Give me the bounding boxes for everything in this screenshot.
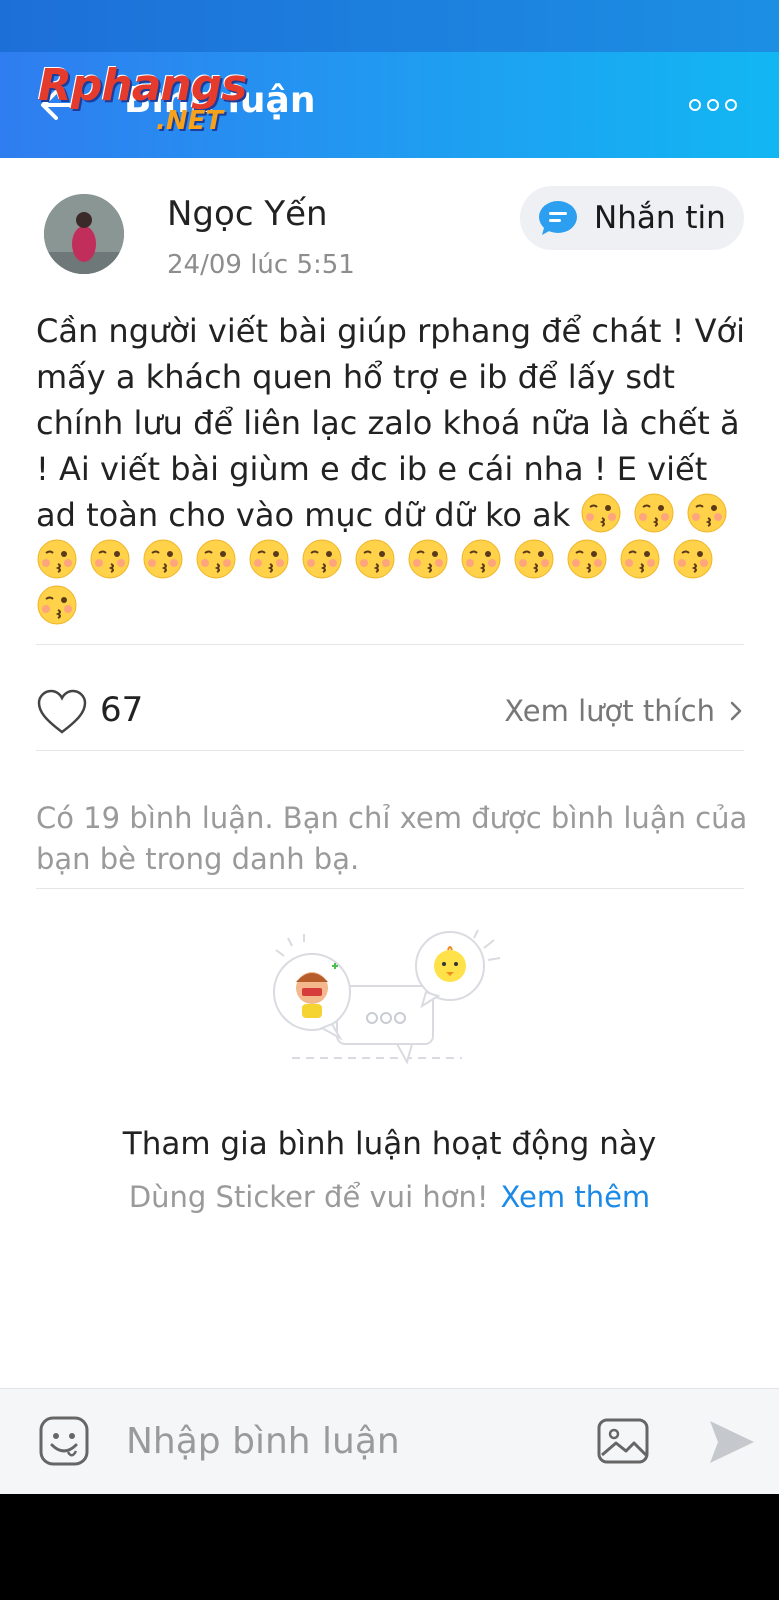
view-likes-label: Xem lượt thích bbox=[504, 694, 715, 728]
kissing-face-icon bbox=[355, 539, 395, 579]
divider bbox=[36, 888, 744, 889]
image-icon[interactable] bbox=[596, 1417, 650, 1465]
author-name[interactable]: Ngọc Yến bbox=[167, 194, 328, 234]
more-options-icon[interactable] bbox=[689, 96, 737, 114]
page-title: Bình luận bbox=[124, 80, 316, 121]
kissing-face-icon bbox=[143, 539, 183, 579]
view-likes-link[interactable]: Xem lượt thích bbox=[504, 694, 743, 728]
message-button-label: Nhắn tin bbox=[594, 200, 726, 236]
empty-state-subtitle-text: Dùng Sticker để vui hơn! bbox=[128, 1180, 489, 1214]
send-icon[interactable] bbox=[706, 1417, 756, 1467]
header-bar: Bình luận Rphangs .NET bbox=[0, 52, 779, 158]
see-more-link[interactable]: Xem thêm bbox=[500, 1180, 650, 1214]
status-bar bbox=[0, 0, 779, 52]
kissing-face-icon bbox=[673, 539, 713, 579]
empty-state-title: Tham gia bình luận hoạt động này bbox=[122, 1126, 657, 1162]
post-text: Cần người viết bài giúp rphang để chát !… bbox=[36, 308, 748, 630]
kissing-face-icon bbox=[90, 539, 130, 579]
heart-icon[interactable] bbox=[36, 688, 88, 736]
smiley-icon[interactable] bbox=[38, 1415, 90, 1467]
post-timestamp: 24/09 lúc 5:51 bbox=[167, 250, 355, 280]
empty-state-subtitle: Dùng Sticker để vui hơn! Xem thêm bbox=[0, 1180, 779, 1214]
comment-input[interactable] bbox=[126, 1413, 556, 1469]
kissing-face-icon bbox=[37, 539, 77, 579]
kissing-face-icon bbox=[581, 493, 621, 533]
kissing-face-icon bbox=[408, 539, 448, 579]
like-count: 67 bbox=[100, 690, 144, 730]
comment-count-info: Có 19 bình luận. Bạn chỉ xem được bình l… bbox=[36, 801, 748, 876]
kissing-face-icon bbox=[302, 539, 342, 579]
divider bbox=[36, 644, 744, 645]
message-button[interactable]: Nhắn tin bbox=[520, 186, 744, 250]
comment-composer bbox=[0, 1388, 779, 1494]
kissing-face-icon bbox=[620, 539, 660, 579]
comment-illustration bbox=[273, 929, 501, 1065]
chevron-right-icon bbox=[730, 701, 742, 721]
back-arrow-icon[interactable] bbox=[36, 82, 82, 128]
post-content: Ngọc Yến 24/09 lúc 5:51 Nhắn tin Cần ngư… bbox=[0, 158, 779, 1388]
kissing-face-icon bbox=[687, 493, 727, 533]
kissing-face-icon bbox=[514, 539, 554, 579]
divider bbox=[36, 750, 744, 751]
kissing-face-icon bbox=[634, 493, 674, 533]
kissing-face-icon bbox=[249, 539, 289, 579]
kissing-face-icon bbox=[196, 539, 236, 579]
kissing-face-icon bbox=[567, 539, 607, 579]
system-navigation-bar bbox=[0, 1494, 779, 1600]
kissing-face-icon bbox=[37, 585, 77, 625]
avatar[interactable] bbox=[44, 194, 124, 274]
kissing-face-icon bbox=[461, 539, 501, 579]
chat-bubble-icon bbox=[539, 201, 577, 235]
